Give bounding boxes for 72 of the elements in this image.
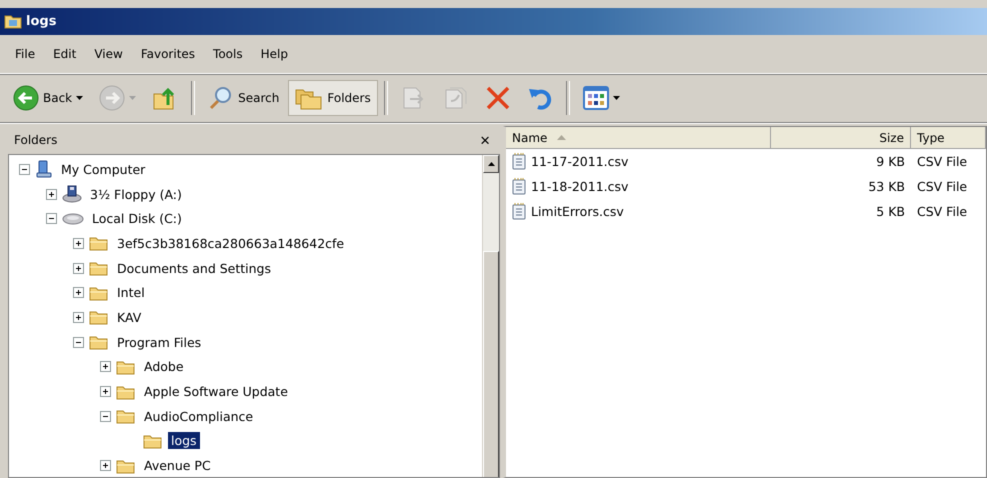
window-title: logs — [26, 14, 56, 29]
folder-icon — [116, 384, 136, 400]
file-size: 9 KB — [875, 154, 906, 169]
folder-icon — [89, 309, 109, 326]
menu-item[interactable]: View — [85, 45, 132, 63]
sort-arrow-icon — [557, 135, 566, 140]
expand-icon[interactable] — [100, 460, 111, 472]
text-file-icon — [512, 178, 526, 195]
collapse-icon[interactable] — [73, 336, 84, 348]
expand-icon[interactable] — [46, 188, 57, 200]
tree-item[interactable]: Avenue PC — [141, 457, 214, 474]
file-size: 5 KB — [875, 204, 906, 219]
hard-disk-icon — [62, 212, 84, 226]
text-file-icon — [512, 203, 526, 220]
expand-icon[interactable] — [73, 238, 84, 249]
tree-item[interactable]: KAV — [114, 308, 144, 326]
back-button[interactable]: Back — [6, 80, 90, 116]
tree-item[interactable]: 3½ Floppy (A:) — [87, 186, 185, 203]
copy-to-icon — [442, 85, 469, 111]
menu-item[interactable]: File — [6, 45, 44, 63]
folder-icon — [116, 408, 136, 424]
folder-icon — [4, 14, 22, 29]
tree-item[interactable]: Local Disk (C:) — [89, 210, 185, 228]
menu-item[interactable]: Tools — [204, 45, 252, 63]
tree-item[interactable]: Apple Software Update — [141, 383, 291, 400]
folder-icon — [89, 284, 109, 301]
tree-item[interactable]: 3ef5c3b38168ca280663a148642cfe — [114, 234, 348, 252]
tree-item[interactable]: logs — [168, 432, 200, 450]
tree-item[interactable]: Program Files — [114, 334, 204, 351]
collapse-icon[interactable] — [100, 410, 111, 422]
expand-icon[interactable] — [100, 386, 111, 398]
views-icon — [582, 86, 609, 110]
folders-button[interactable]: Folders — [288, 80, 378, 116]
folder-icon — [143, 432, 163, 449]
folder-icon — [116, 458, 136, 474]
file-type: CSV File — [916, 154, 968, 169]
file-type: CSV File — [916, 204, 968, 219]
file-size: 53 KB — [867, 179, 906, 194]
collapse-icon[interactable] — [19, 164, 30, 175]
tree-item[interactable]: Adobe — [141, 358, 187, 376]
expand-icon[interactable] — [100, 361, 111, 372]
file-type: CSV File — [916, 179, 968, 194]
expand-icon[interactable] — [73, 312, 84, 323]
expand-icon[interactable] — [73, 287, 84, 298]
floppy-drive-icon — [62, 185, 82, 204]
tree-item[interactable]: Intel — [114, 284, 148, 302]
file-name[interactable]: LimitErrors.csv — [506, 203, 771, 220]
column-header[interactable]: Size — [771, 127, 911, 149]
collapse-icon[interactable] — [46, 213, 57, 224]
scroll-up-icon[interactable] — [488, 162, 494, 166]
computer-icon — [35, 160, 53, 178]
file-name[interactable]: 11-17-2011.csv — [506, 153, 771, 170]
menu-item[interactable]: Help — [252, 45, 297, 63]
column-header[interactable]: Type — [911, 127, 986, 149]
folder-icon — [116, 358, 136, 375]
text-file-icon — [512, 153, 526, 170]
tree-item[interactable]: Documents and Settings — [114, 260, 274, 277]
close-button[interactable]: × — [476, 132, 494, 148]
folder-icon — [89, 260, 109, 276]
menu-item[interactable]: Edit — [44, 45, 86, 63]
column-header[interactable]: Name — [506, 127, 771, 149]
delete-icon — [484, 85, 511, 111]
search-button[interactable]: Search — [201, 80, 286, 116]
folder-icon — [89, 235, 109, 252]
scrollbar[interactable] — [482, 155, 499, 477]
expand-icon[interactable] — [73, 262, 84, 274]
tree-item[interactable]: My Computer — [58, 160, 148, 178]
pane-title: Folders — [14, 133, 58, 147]
menu-item[interactable]: Favorites — [132, 45, 204, 63]
tree-item[interactable]: AudioCompliance — [141, 408, 256, 425]
folder-icon — [89, 334, 109, 350]
file-name[interactable]: 11-18-2011.csv — [506, 178, 771, 195]
